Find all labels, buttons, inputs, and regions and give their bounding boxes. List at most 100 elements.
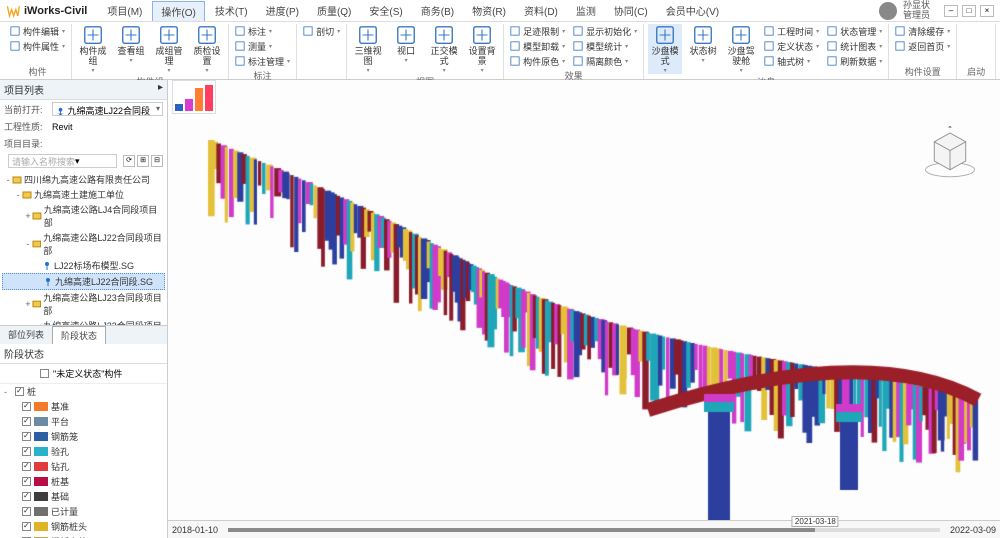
tree-node[interactable]: -九绵高速土建施工单位 [2, 187, 165, 202]
legend-checkbox[interactable] [22, 432, 31, 441]
legend-checkbox[interactable] [22, 492, 31, 501]
tree-node[interactable]: 九绵高速LJ22合同段.SG [2, 273, 165, 290]
close-button[interactable]: × [980, 5, 994, 17]
status-tab[interactable]: 阶段状态 [52, 326, 106, 344]
ribbon-button-small[interactable]: 构件原色 ▾ [508, 54, 567, 68]
menu-item[interactable]: 质量(Q) [309, 1, 359, 21]
expand-all-button[interactable]: ⊞ [137, 155, 149, 167]
timeline-track[interactable]: 2021-03-18 [228, 528, 940, 532]
menu-item[interactable]: 协同(C) [606, 1, 656, 21]
ribbon-button-small[interactable]: 模型统计 ▾ [571, 39, 639, 53]
ribbon-button[interactable]: 正交模式▾ [427, 24, 461, 74]
ribbon-button-small[interactable]: 显示初始化 ▾ [571, 24, 639, 38]
ribbon-button-small[interactable]: 模型卸载 ▾ [508, 39, 567, 53]
legend-checkbox[interactable] [22, 477, 31, 486]
ribbon-button-small[interactable]: 隔离颜色 ▾ [571, 54, 639, 68]
legend-checkbox[interactable] [22, 522, 31, 531]
ribbon-button[interactable]: 状态树▾ [686, 24, 720, 64]
tree-node[interactable]: +九绵高速公路LJ4合同段项目部 [2, 202, 165, 230]
legend-item[interactable]: 基础 [0, 489, 167, 504]
refresh-button[interactable]: ⟳ [123, 155, 135, 167]
menu-item[interactable]: 监测 [568, 1, 604, 21]
ribbon-button-small[interactable]: 轴式树 ▾ [762, 54, 821, 68]
tree-twisty[interactable]: - [24, 239, 32, 249]
legend-item[interactable]: 验孔 [0, 444, 167, 459]
ribbon-button-small[interactable]: 定义状态 ▾ [762, 39, 821, 53]
3d-viewport[interactable]: 2018-01-10 2021-03-18 2022-03-09 [168, 80, 1000, 538]
view-cube[interactable] [922, 126, 978, 182]
legend-item[interactable]: 平台 [0, 414, 167, 429]
ribbon-button[interactable]: 沙盘驾驶舱▾ [724, 24, 758, 74]
undefined-checkbox[interactable] [40, 369, 49, 378]
expand-icon[interactable]: ▸ [158, 82, 163, 97]
ribbon-button-small[interactable]: 测量 ▾ [233, 39, 292, 53]
legend-item[interactable]: 基准 [0, 399, 167, 414]
current-project-dropdown[interactable]: 九绵高速LJ22合同段 ▾ [52, 102, 163, 116]
menu-item[interactable]: 技术(T) [207, 1, 256, 21]
timeline-current[interactable]: 2021-03-18 [792, 516, 839, 527]
tree-twisty[interactable]: - [14, 190, 22, 200]
legend-item[interactable]: 模板安装 [0, 534, 167, 538]
chevron-down-icon: ▾ [75, 156, 80, 167]
ribbon-button-small[interactable]: 统计图表 ▾ [825, 39, 884, 53]
ribbon-button[interactable]: 视口▾ [389, 24, 423, 64]
tree-node[interactable]: +九绵高速公路LJ23合同段项目部 [2, 290, 165, 318]
ortho-icon [433, 24, 455, 46]
cockpit-icon [730, 24, 752, 46]
ribbon-button[interactable]: 成组管理▾ [152, 24, 186, 74]
tree-node[interactable]: +九绵高速公路LJ33合同段项目部 [2, 318, 165, 325]
timeline[interactable]: 2018-01-10 2021-03-18 2022-03-09 [168, 520, 1000, 538]
status-tab[interactable]: 部位列表 [0, 326, 52, 344]
legend-item[interactable]: 钢筋桩头 [0, 519, 167, 534]
user-avatar[interactable] [879, 2, 897, 20]
ribbon-button[interactable]: 三维视图▾ [351, 24, 385, 74]
menu-item[interactable]: 进度(P) [258, 1, 307, 21]
collapse-all-button[interactable]: ⊟ [151, 155, 163, 167]
ribbon-button-small[interactable]: 清除缓存 ▾ [893, 24, 952, 38]
legend-checkbox[interactable] [22, 402, 31, 411]
menu-item[interactable]: 安全(S) [361, 1, 410, 21]
menu-item[interactable]: 资料(D) [516, 1, 566, 21]
ribbon-button-small[interactable]: 刷新数据 ▾ [825, 54, 884, 68]
menu-item[interactable]: 项目(M) [99, 1, 150, 21]
ribbon-button[interactable]: 构件成组▾ [76, 24, 110, 74]
legend-checkbox[interactable] [15, 387, 24, 396]
ribbon-button-small[interactable]: 标注 ▾ [233, 24, 292, 38]
ribbon-button[interactable]: 查看组▾ [114, 24, 148, 64]
menu-item[interactable]: 商务(B) [413, 1, 462, 21]
ribbon-button-small[interactable]: 返回首页 ▾ [893, 39, 952, 53]
ribbon-button[interactable]: 设置背景▾ [465, 24, 499, 74]
tree-node[interactable]: LJ22标场布模型.SG [2, 258, 165, 273]
legend-item[interactable]: 桩基 [0, 474, 167, 489]
maximize-button[interactable]: □ [962, 5, 976, 17]
menu-item[interactable]: 操作(O) [152, 1, 204, 21]
ribbon-button-small[interactable]: 构件编辑 ▾ [8, 24, 67, 38]
ribbon-button-small[interactable]: 标注管理 ▾ [233, 54, 292, 68]
legend-checkbox[interactable] [22, 507, 31, 516]
tree-node[interactable]: -四川绵九高速公路有限责任公司 [2, 172, 165, 187]
tree-node[interactable]: -九绵高速公路LJ22合同段项目部 [2, 230, 165, 258]
ribbon-button-small[interactable]: 剖切 ▾ [301, 24, 342, 38]
tree-twisty[interactable]: - [4, 175, 12, 185]
legend-item[interactable]: 钻孔 [0, 459, 167, 474]
project-tree[interactable]: -四川绵九高速公路有限责任公司-九绵高速土建施工单位+九绵高速公路LJ4合同段项… [0, 170, 167, 325]
tree-twisty[interactable]: + [24, 299, 32, 309]
search-input[interactable]: 请输入名称搜索 ▾ [8, 154, 117, 168]
ribbon-button[interactable]: 质检设置▾ [190, 24, 224, 74]
legend-item[interactable]: 钢筋笼 [0, 429, 167, 444]
legend-checkbox[interactable] [22, 417, 31, 426]
legend-checkbox[interactable] [22, 447, 31, 456]
tree-twisty[interactable]: + [24, 211, 32, 221]
bg-icon [471, 24, 493, 46]
legend-item[interactable]: 已计量 [0, 504, 167, 519]
ribbon-button-small[interactable]: 工程时间 ▾ [762, 24, 821, 38]
legend-checkbox[interactable] [22, 462, 31, 471]
ribbon-button[interactable]: 沙盘模式▾ [648, 24, 682, 74]
minimize-button[interactable]: – [944, 5, 958, 17]
ribbon-button-small[interactable]: 足迹限制 ▾ [508, 24, 567, 38]
ribbon-button-small[interactable]: 状态管理 ▾ [825, 24, 884, 38]
legend-group[interactable]: -桩 [0, 384, 167, 399]
menu-item[interactable]: 会员中心(V) [658, 1, 727, 21]
menu-item[interactable]: 物资(R) [464, 1, 514, 21]
ribbon-button-small[interactable]: 构件属性 ▾ [8, 39, 67, 53]
